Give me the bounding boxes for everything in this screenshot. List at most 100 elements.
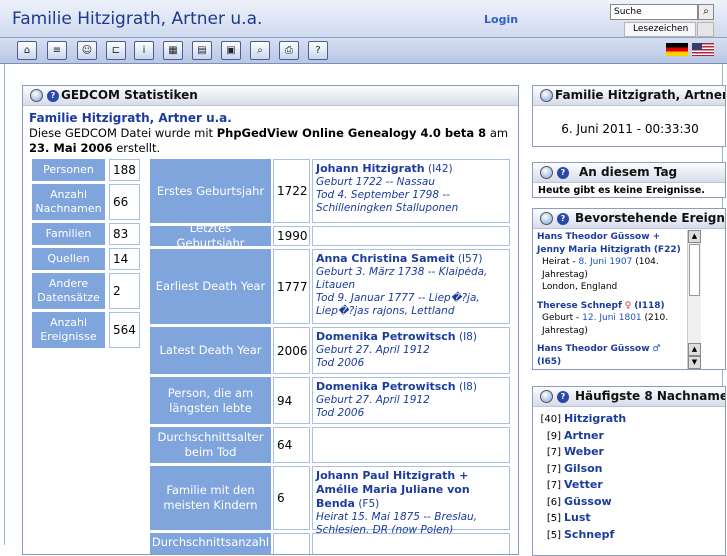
surname-count: [6] <box>546 496 561 508</box>
toggle-icon[interactable] <box>540 166 553 179</box>
stat-detail <box>312 226 510 246</box>
person-link[interactable]: Domenika Petrowitsch <box>316 380 456 393</box>
save-icon[interactable]: ▣ <box>221 41 241 60</box>
record-id: (I42) <box>427 163 453 175</box>
individual-icon[interactable]: i <box>134 41 154 60</box>
surname-count: [7] <box>546 463 561 475</box>
surname-link[interactable]: Artner <box>564 429 604 442</box>
surnames-title: Häufigste 8 Nachnamen <box>575 389 726 403</box>
stat-value: 64 <box>273 427 310 463</box>
login-link[interactable]: Login <box>484 13 518 26</box>
help-icon[interactable]: ? <box>557 167 569 179</box>
birth-text: Geburt 3. März 1738 -- Klaipėda, Litauen <box>316 266 488 291</box>
surname-item: [6] Güssow <box>539 494 626 511</box>
surname-count: [7] <box>546 447 561 458</box>
toggle-icon[interactable] <box>540 390 553 403</box>
record-id: (I8) <box>458 331 477 343</box>
help-icon[interactable]: ? <box>308 41 328 60</box>
upcoming-list: Hans Theodor Güssow + Jenny Maria Hitzig… <box>537 231 687 369</box>
stat-label: Letztes Geburtsjahr <box>150 221 271 250</box>
top-surnames-block: ? Häufigste 8 Nachnamen [40] Hitzigrath [… <box>532 386 726 556</box>
event-item: Therese Schnepf ♀ (I118) Geburt - 12. Ju… <box>537 300 687 338</box>
birth-text: Geburt 1722 -- Nassau <box>316 176 435 188</box>
male-icon: ♂ <box>652 344 661 354</box>
person-link[interactable]: Domenika Petrowitsch <box>316 330 456 343</box>
scroll-up-icon[interactable]: ▲ <box>688 343 701 356</box>
birth-text: Geburt 27. April 1912 <box>316 344 430 356</box>
bookmarks-select[interactable]: Lesezeichen <box>624 22 696 37</box>
surname-link[interactable]: Vetter <box>564 478 603 491</box>
calendar-icon[interactable]: ▦ <box>163 41 183 60</box>
list-icon[interactable]: ≡ <box>47 41 67 60</box>
print-icon[interactable]: ⎙ <box>279 41 299 60</box>
stat-detail <box>312 427 510 463</box>
toggle-icon[interactable] <box>540 89 553 102</box>
intro-text: Diese GEDCOM Datei wurde mit <box>29 126 214 140</box>
clock-header: Familie Hitzigrath, Artner u.a. <box>533 86 725 106</box>
gedcom-stats-block: ? GEDCOM Statistiken Familie Hitzigrath,… <box>22 85 519 555</box>
person-link[interactable]: Johann Hitzigrath <box>316 162 425 175</box>
clock-title: Familie Hitzigrath, Artner u.a. <box>555 88 726 102</box>
surname-count: [7] <box>546 480 561 491</box>
events-scrollbar[interactable]: ▲ ▲ ▼ <box>687 230 701 369</box>
help-icon[interactable]: ? <box>557 391 569 403</box>
pedigree-icon[interactable]: ⊏ <box>106 41 126 60</box>
site-title[interactable]: Familie Hitzigrath, Artner u.a. <box>12 9 262 29</box>
record-id: (I118) <box>634 300 665 311</box>
event-item: Hans Theodor Güssow ♂ (I65) <box>537 343 687 368</box>
surname-item: [7] Gilson <box>539 461 626 478</box>
clock-datetime: 6. Juni 2011 - 00:33:30 <box>561 122 699 136</box>
en-flag-icon[interactable] <box>692 43 714 56</box>
scroll-thumb[interactable] <box>689 244 700 296</box>
event-date-link[interactable]: 12. Juni 1801 <box>582 313 642 323</box>
event-name-link[interactable]: Hans Theodor Güssow + Jenny Maria Hitzig… <box>537 232 660 255</box>
event-date-link[interactable]: 8. Juni 1907 <box>579 257 633 267</box>
gedcom-date: 23. Mai 2006 <box>29 141 113 155</box>
death-text: Tod 2006 <box>316 357 365 369</box>
surname-link[interactable]: Lust <box>564 511 591 524</box>
record-id: (I8) <box>458 381 477 393</box>
search-icon[interactable]: ⌕ <box>250 41 270 60</box>
search-button-icon[interactable]: ⌕ <box>698 4 714 20</box>
family-title-link[interactable]: Familie Hitzigrath, Artner u.a. <box>29 111 509 126</box>
stat-detail: Johann Hitzigrath (I42) Geburt 1722 -- N… <box>312 159 510 223</box>
surname-link[interactable]: Güssow <box>564 495 612 508</box>
surname-link[interactable]: Gilson <box>564 462 603 475</box>
event-detail: Geburt - 12. Juni 1801 (210. Jahrestag) <box>542 313 669 336</box>
software-name: PhpGedView Online Genealogy 4.0 beta 8 <box>216 126 487 140</box>
record-id: (F22) <box>653 244 681 255</box>
stat-value: 1777 <box>273 249 310 324</box>
stat-value: 14 <box>109 248 140 270</box>
event-detail: Heirat - 8. Juni 1907 (104. Jahrestag) <box>542 257 659 280</box>
surname-item: [7] Weber <box>539 444 626 461</box>
search-input[interactable] <box>610 4 698 20</box>
event-name-link[interactable]: Hans Theodor Güssow <box>537 344 650 354</box>
bookmarks-dropdown-icon[interactable] <box>697 22 714 37</box>
surname-item: [9] Artner <box>539 428 626 445</box>
toggle-icon[interactable] <box>30 89 43 102</box>
toggle-icon[interactable] <box>540 212 553 225</box>
scroll-up-icon[interactable]: ▲ <box>688 230 701 243</box>
stat-value: 2006 <box>273 327 310 374</box>
event-name-link[interactable]: Therese Schnepf <box>537 301 622 311</box>
scroll-down-icon[interactable]: ▼ <box>688 356 701 369</box>
upcoming-title: Bevorstehende Ereignisse <box>575 211 725 225</box>
birth-text: Geburt 27. April 1912 <box>316 394 430 406</box>
de-flag-icon[interactable] <box>666 43 688 56</box>
surname-link[interactable]: Hitzigrath <box>564 412 626 425</box>
person-link[interactable]: Anna Christina Sameit <box>316 252 454 265</box>
upcoming-header: ? Bevorstehende Ereignisse <box>533 209 725 229</box>
person-icon[interactable]: ☺ <box>77 41 97 60</box>
record-id: (I65) <box>537 356 562 367</box>
surname-link[interactable]: Weber <box>564 445 604 458</box>
surname-link[interactable]: Schnepf <box>564 528 614 541</box>
family-link[interactable]: Johann Paul Hitzigrath + Amélie Maria Ju… <box>316 469 470 510</box>
help-icon[interactable]: ? <box>47 90 59 102</box>
stat-value: 188 <box>109 159 140 181</box>
report-icon[interactable]: ▤ <box>192 41 212 60</box>
stat-label: Anzahl Ereignisse <box>32 312 105 348</box>
help-icon[interactable]: ? <box>557 213 569 225</box>
stat-value <box>273 533 310 554</box>
home-icon[interactable]: ⌂ <box>17 41 37 60</box>
stat-value: 564 <box>109 312 140 348</box>
